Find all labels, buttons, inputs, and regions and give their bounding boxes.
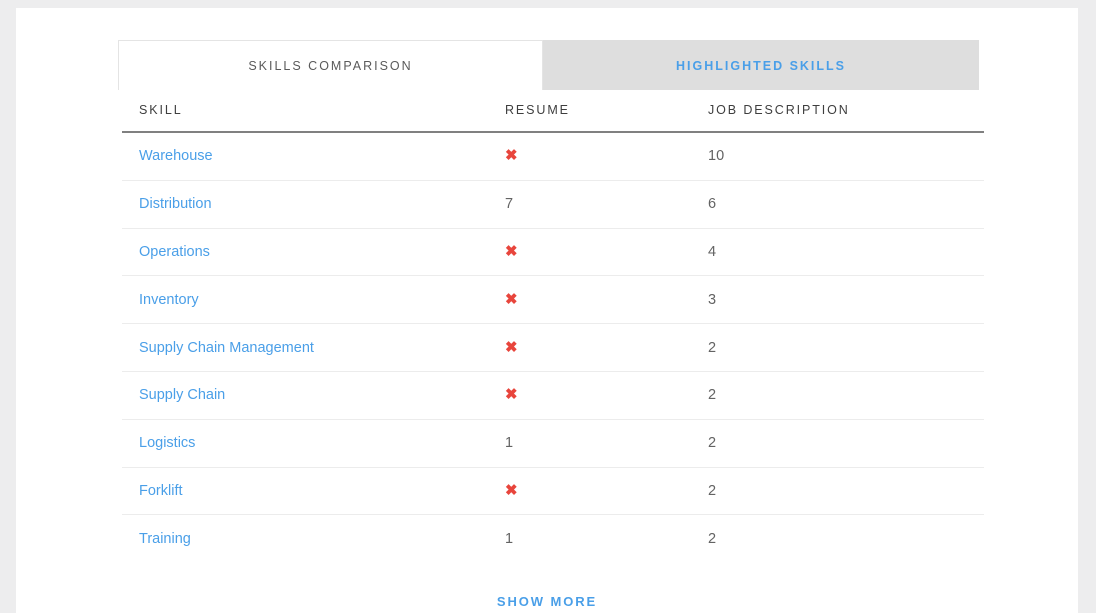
missing-skill-x-icon: ✖ — [505, 242, 518, 260]
skill-cell: Warehouse — [122, 132, 503, 181]
show-more-label: SHOW MORE — [496, 594, 598, 609]
job-description-count: 2 — [708, 482, 717, 499]
table-row: Logistics 1 2 — [122, 419, 984, 468]
skill-link[interactable]: Distribution — [139, 196, 212, 212]
skill-link[interactable]: Supply Chain — [139, 387, 225, 403]
job-description-value-cell: 10 — [707, 132, 984, 181]
missing-skill-x-icon: ✖ — [505, 147, 518, 165]
job-description-value-cell: 6 — [707, 180, 984, 229]
job-description-count: 6 — [708, 196, 717, 213]
column-header-resume: RESUME — [505, 103, 570, 117]
resume-value-cell: ✖ — [503, 275, 707, 325]
tab-skills-comparison-label: SKILLS COMPARISON — [248, 58, 413, 73]
skill-link[interactable]: Inventory — [139, 292, 199, 308]
table-row: Forklift ✖ 2 — [122, 467, 984, 516]
job-description-value-cell: 4 — [707, 228, 984, 277]
resume-count: 7 — [505, 196, 514, 213]
skill-link[interactable]: Supply Chain Management — [139, 340, 314, 356]
table-body: Warehouse ✖ 10 Distribution 7 6 Operations ✖ 4 In… — [122, 132, 984, 562]
resume-count: 1 — [505, 530, 514, 547]
missing-skill-x-icon: ✖ — [505, 386, 518, 404]
tab-bar: SKILLS COMPARISON HIGHLIGHTED SKILLS — [118, 40, 979, 90]
resume-value-cell: ✖ — [503, 323, 707, 372]
skill-cell: Forklift — [122, 467, 503, 516]
resume-value-cell: ✖ — [503, 467, 707, 516]
resume-value-cell: 1 — [503, 419, 707, 468]
table-row: Supply Chain ✖ 2 — [122, 371, 984, 420]
skill-cell: Distribution — [122, 180, 503, 229]
job-description-count: 2 — [708, 435, 717, 452]
resume-value-cell: 7 — [503, 180, 707, 229]
skill-cell: Training — [122, 515, 503, 562]
skill-link[interactable]: Forklift — [139, 483, 183, 499]
skill-link[interactable]: Logistics — [139, 435, 195, 451]
table-header-row: SKILL RESUME JOB DESCRIPTION — [122, 103, 984, 132]
tab-skills-comparison[interactable]: SKILLS COMPARISON — [118, 40, 543, 90]
resume-value-cell: ✖ — [503, 371, 707, 420]
column-header-skill: SKILL — [139, 103, 183, 117]
skill-cell: Operations — [122, 228, 503, 277]
skill-link[interactable]: Training — [139, 531, 191, 547]
resume-value-cell: ✖ — [503, 132, 707, 181]
job-description-count: 2 — [708, 530, 717, 547]
missing-skill-x-icon: ✖ — [505, 338, 518, 356]
table-row: Operations ✖ 4 — [122, 228, 984, 277]
table-row: Supply Chain Management ✖ 2 — [122, 323, 984, 372]
skill-link[interactable]: Warehouse — [139, 148, 213, 164]
skill-cell: Logistics — [122, 419, 503, 468]
resume-count: 1 — [505, 435, 514, 452]
job-description-count: 2 — [708, 387, 717, 404]
table-row: Inventory ✖ 3 — [122, 275, 984, 325]
tab-highlighted-skills-label: HIGHLIGHTED SKILLS — [675, 58, 847, 73]
job-description-value-cell: 2 — [707, 515, 984, 562]
job-description-value-cell: 2 — [707, 467, 984, 516]
skill-cell: Supply Chain — [122, 371, 503, 420]
job-description-value-cell: 2 — [707, 419, 984, 468]
job-description-value-cell: 2 — [707, 323, 984, 372]
table-row: Training 1 2 — [122, 515, 984, 562]
job-description-count: 4 — [708, 243, 717, 260]
skill-cell: Inventory — [122, 275, 503, 325]
skills-table-container: SKILL RESUME JOB DESCRIPTION Warehouse ✖ 1… — [122, 103, 984, 562]
job-description-count: 10 — [708, 148, 725, 165]
job-description-value-cell: 2 — [707, 371, 984, 420]
resume-value-cell: ✖ — [503, 228, 707, 277]
missing-skill-x-icon: ✖ — [505, 481, 518, 499]
job-description-count: 3 — [708, 291, 717, 308]
skills-card: SKILLS COMPARISON HIGHLIGHTED SKILLS SKI… — [16, 8, 1078, 613]
missing-skill-x-icon: ✖ — [505, 290, 518, 308]
job-description-value-cell: 3 — [707, 275, 984, 325]
column-header-job-description: JOB DESCRIPTION — [708, 103, 850, 117]
table-row: Warehouse ✖ 10 — [122, 132, 984, 181]
skill-cell: Supply Chain Management — [122, 323, 503, 372]
table-row: Distribution 7 6 — [122, 180, 984, 229]
resume-value-cell: 1 — [503, 515, 707, 562]
show-more-button[interactable]: SHOW MORE — [16, 594, 1078, 609]
tab-highlighted-skills[interactable]: HIGHLIGHTED SKILLS — [543, 40, 979, 90]
skills-comparison-table: SKILL RESUME JOB DESCRIPTION Warehouse ✖ 1… — [122, 103, 984, 562]
table-header: SKILL RESUME JOB DESCRIPTION — [122, 103, 984, 132]
job-description-count: 2 — [708, 339, 717, 356]
skill-link[interactable]: Operations — [139, 244, 210, 260]
